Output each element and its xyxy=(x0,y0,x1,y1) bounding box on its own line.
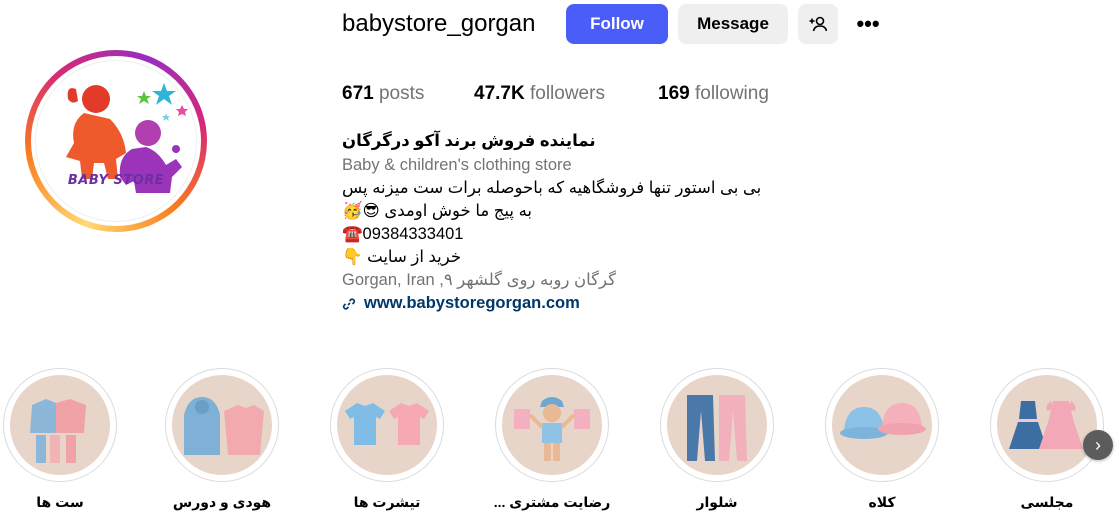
highlight-label: مجلسی xyxy=(1020,494,1074,510)
baby-store-logo xyxy=(66,83,188,193)
profile-username: babystore_gorgan xyxy=(342,10,536,37)
highlight-label: شلوار xyxy=(696,494,738,510)
dress-icon xyxy=(997,375,1097,475)
logo-text: BABY STORE xyxy=(67,173,165,188)
bucket-hat-icon xyxy=(832,375,932,475)
child-icon xyxy=(502,375,602,475)
followers-label: followers xyxy=(529,83,605,104)
profile-avatar[interactable]: BABY STORE xyxy=(25,50,207,232)
following-number: 169 xyxy=(658,83,690,104)
message-button[interactable]: Message xyxy=(678,4,788,44)
highlight-ring xyxy=(495,368,609,482)
posts-number: 671 xyxy=(342,83,374,104)
highlight-ring xyxy=(825,368,939,482)
following-link[interactable]: 169 following xyxy=(658,83,769,105)
sweatsuit-icon xyxy=(10,375,110,475)
bio-display-name: نماینده فروش برند آکو درگرگان xyxy=(342,132,596,150)
highlight-label: رضایت مشتری ... xyxy=(493,494,611,510)
highlight-item[interactable]: ست ها xyxy=(0,368,120,512)
highlight-label: هودی و دورس xyxy=(172,494,272,510)
follow-button[interactable]: Follow xyxy=(566,4,668,44)
link-icon xyxy=(342,297,356,310)
highlight-ring xyxy=(165,368,279,482)
bio-website-text: www.babystoregorgan.com xyxy=(364,294,580,312)
add-person-icon xyxy=(809,16,827,32)
hoodie-icon xyxy=(172,375,272,475)
avatar-border: BABY STORE xyxy=(31,56,201,226)
bio-phone: ☎️09384333401 xyxy=(342,225,464,243)
highlight-ring xyxy=(990,368,1104,482)
highlight-ring xyxy=(3,368,117,482)
pants-icon xyxy=(667,375,767,475)
following-label: following xyxy=(694,83,769,104)
tshirt-icon xyxy=(337,375,437,475)
highlight-item[interactable]: شلوار xyxy=(657,368,777,512)
highlight-label: کلاه xyxy=(868,494,896,510)
posts-count: 671 posts xyxy=(342,83,424,105)
posts-label: posts xyxy=(378,83,425,104)
more-options-icon[interactable]: ••• xyxy=(848,4,888,44)
bio-location[interactable]: Gorgan, Iran ,گرگان روبه روی گلشهر ۹ xyxy=(342,269,842,292)
story-highlights: ست ها هودی و دورس تیشرت ها رضایت مشتری .… xyxy=(0,368,1117,516)
chevron-right-icon[interactable]: › xyxy=(1083,430,1113,460)
avatar-image: BABY STORE xyxy=(35,60,197,222)
highlight-label: تیشرت ها xyxy=(353,494,421,510)
followers-number: 47.7K xyxy=(474,83,525,104)
highlight-ring xyxy=(330,368,444,482)
suggested-accounts-button[interactable] xyxy=(798,4,838,44)
highlight-item[interactable]: کلاه xyxy=(822,368,942,512)
bio-text-line: بی بی استور تنها فروشگاهیه که باحوصله بر… xyxy=(342,179,762,197)
profile-bio: نماینده فروش برند آکو درگرگان Baby & chi… xyxy=(342,130,842,315)
bio-text-line: خرید از سایت 👇 xyxy=(342,248,462,266)
highlight-item[interactable]: رضایت مشتری ... xyxy=(492,368,612,512)
highlight-label: ست ها xyxy=(36,494,84,510)
highlight-item[interactable]: هودی و دورس xyxy=(162,368,282,512)
highlight-item[interactable]: تیشرت ها xyxy=(327,368,447,512)
highlight-ring xyxy=(660,368,774,482)
followers-link[interactable]: 47.7K followers xyxy=(474,83,605,105)
bio-category: Baby & children's clothing store xyxy=(342,156,572,174)
bio-website-link[interactable]: www.babystoregorgan.com xyxy=(342,292,842,315)
bio-text-line: به پیج ما خوش اومدی 😎🥳 xyxy=(342,202,533,220)
